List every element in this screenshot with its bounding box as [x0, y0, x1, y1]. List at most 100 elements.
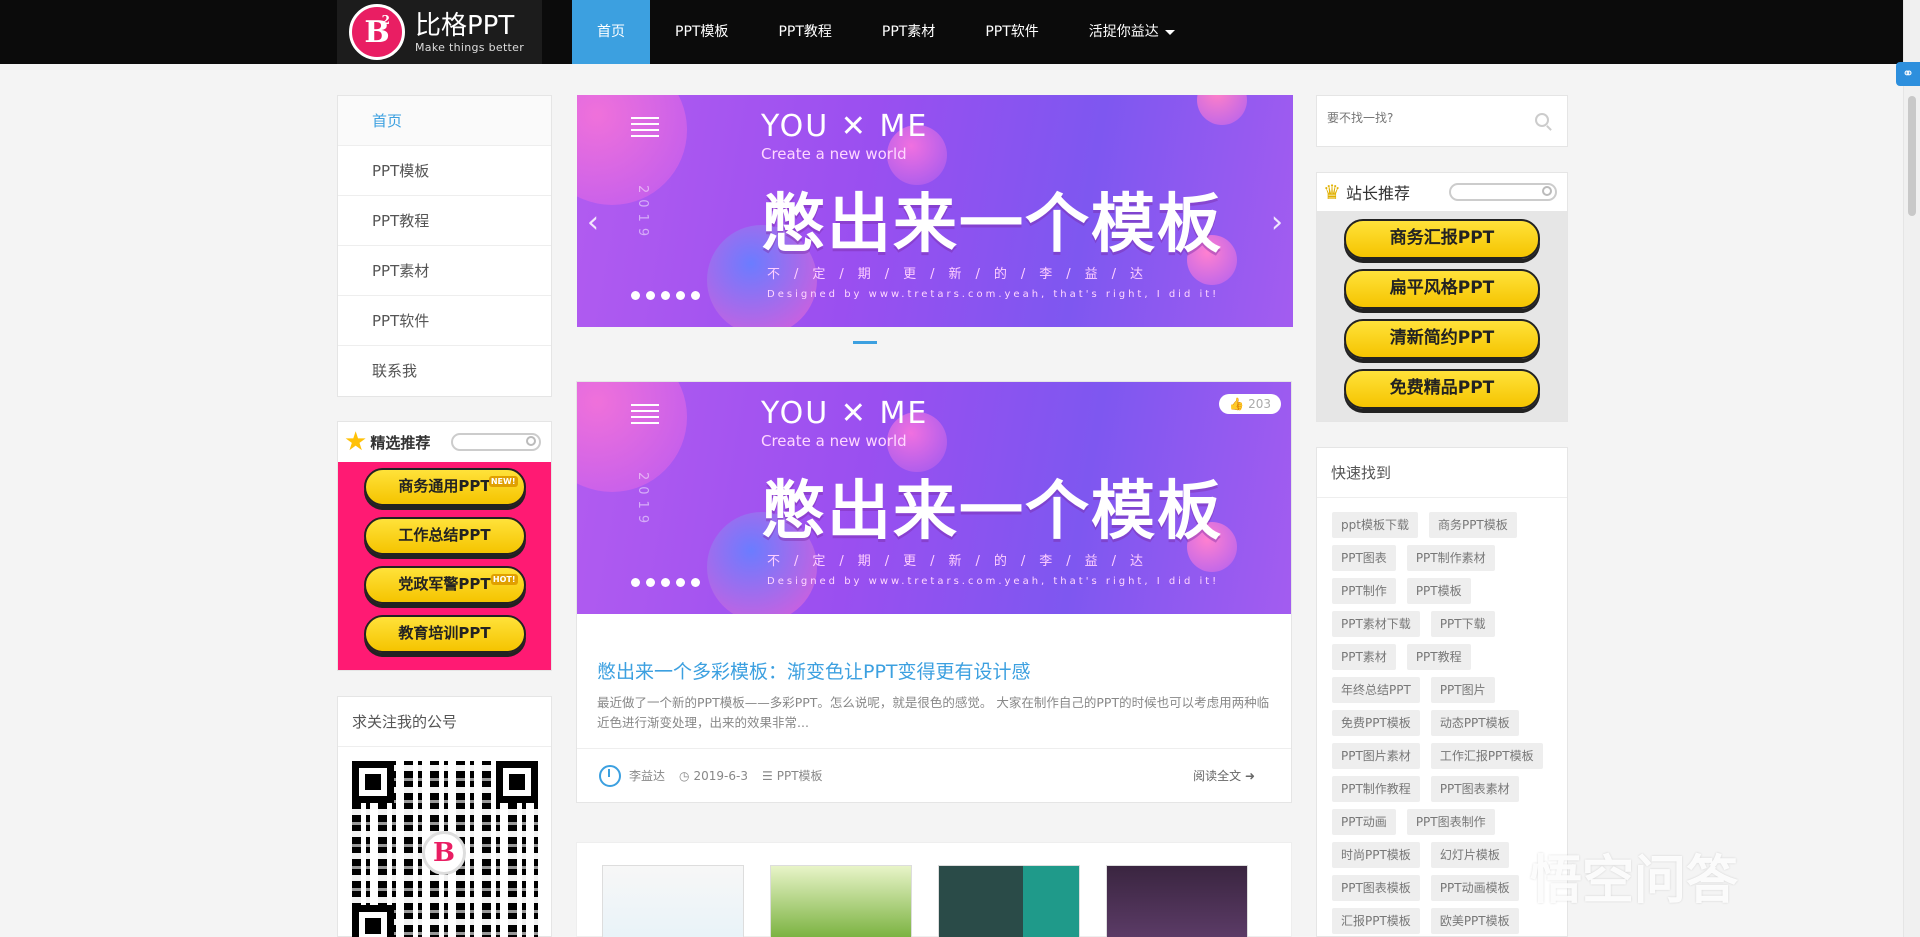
clock-icon: ◷ — [679, 768, 690, 783]
post-author[interactable]: 李益达 — [629, 767, 665, 784]
share-icon[interactable]: ⚭ — [1896, 62, 1920, 86]
sidebar-item-ppt-tutorials[interactable]: PPT教程 — [338, 196, 551, 246]
banner-sub: 不/定/期/更/新/的/李/益/达 — [767, 554, 1158, 569]
post-thumbnail[interactable]: 2019 YOU ✕ ME Create a new world 憋出来一个模板… — [577, 382, 1291, 614]
arrow-right-icon: ➜ — [1244, 769, 1255, 783]
banner-headline: 憋出来一个模板 — [761, 475, 1223, 549]
menu-icon — [631, 117, 659, 141]
nav-ppt-software[interactable]: PPT软件 — [960, 0, 1063, 64]
thumbnail-4[interactable] — [1106, 865, 1248, 937]
wechat-title: 求关注我的公号 — [338, 697, 551, 747]
nav-home[interactable]: 首页 — [572, 0, 650, 64]
tag[interactable]: 幻灯片模板 — [1430, 842, 1509, 868]
tag[interactable]: PPT教程 — [1406, 644, 1471, 670]
featured-title: 精选推荐 — [370, 433, 431, 452]
post-excerpt: 最近做了一个新的PPT模板——多彩PPT。怎么说呢，就是很色的感觉。 大家在制作… — [597, 695, 1270, 730]
sidebar-item-contact[interactable]: 联系我 — [338, 346, 551, 396]
nav-dropdown[interactable]: 活捉你益达 — [1064, 0, 1200, 64]
tag[interactable]: 时尚PPT模板 — [1332, 842, 1420, 868]
featured-button-label: 工作总结PPT — [398, 526, 491, 544]
logo-mark: B2 — [349, 4, 405, 60]
avatar[interactable] — [599, 764, 621, 787]
qr-logo: B — [422, 831, 466, 875]
category-icon: ☰ — [761, 768, 773, 783]
tag[interactable]: 欧美PPT模板 — [1430, 908, 1519, 934]
read-more-label: 阅读全文 — [1193, 769, 1242, 783]
tag[interactable]: 免费PPT模板 — [1332, 710, 1420, 736]
tag[interactable]: PPT素材 — [1332, 644, 1396, 670]
featured-button-government[interactable]: 党政军警PPT HOT! — [363, 566, 526, 604]
tag[interactable]: PPT动画 — [1332, 809, 1396, 835]
sidebar-item-ppt-templates[interactable]: PPT模板 — [338, 146, 551, 196]
carousel-indicator[interactable] — [853, 341, 877, 344]
search-widget — [1316, 95, 1568, 147]
banner-create: Create a new world — [761, 145, 907, 163]
sidebar-item-ppt-materials[interactable]: PPT素材 — [338, 246, 551, 296]
recommend-button-business[interactable]: 商务汇报PPT — [1344, 219, 1540, 259]
featured-button-business[interactable]: 商务通用PPT NEW! — [363, 468, 526, 506]
tag[interactable]: PPT图表制作 — [1406, 809, 1495, 835]
thumbnail-1[interactable] — [602, 865, 744, 937]
tag[interactable]: 商务PPT模板 — [1428, 512, 1517, 538]
tag[interactable]: PPT制作教程 — [1332, 776, 1420, 802]
sidebar-item-home[interactable]: 首页 — [338, 96, 551, 146]
tag[interactable]: ppt模板下载 — [1332, 512, 1418, 538]
sidebar-menu: 首页 PPT模板 PPT教程 PPT素材 PPT软件 联系我 — [337, 95, 552, 397]
tag[interactable]: PPT图表模板 — [1332, 875, 1420, 901]
featured-button-label: 党政军警PPT — [398, 575, 491, 593]
recommend-button-free[interactable]: 免费精品PPT — [1344, 369, 1540, 409]
post-title[interactable]: 憋出来一个多彩模板：渐变色让PPT变得更有设计感 — [597, 657, 1031, 684]
tag[interactable]: PPT图片素材 — [1332, 743, 1420, 769]
tag[interactable]: PPT制作 — [1332, 578, 1396, 604]
banner-you-me: YOU ✕ ME — [761, 109, 929, 144]
featured-button-education[interactable]: 教育培训PPT — [363, 615, 526, 653]
tag[interactable]: 年终总结PPT — [1332, 677, 1420, 703]
scrollbar-thumb[interactable] — [1908, 96, 1916, 216]
featured-button-label: 教育培训PPT — [398, 624, 491, 642]
featured-button-work-summary[interactable]: 工作总结PPT — [363, 517, 526, 555]
banner-headline: 憋出来一个模板 — [761, 188, 1223, 262]
banner-dots — [631, 291, 700, 300]
chevron-down-icon — [1164, 29, 1175, 35]
nav-ppt-materials[interactable]: PPT素材 — [857, 0, 960, 64]
tag[interactable]: PPT图表素材 — [1430, 776, 1519, 802]
post-category[interactable]: PPT模板 — [777, 767, 823, 784]
tag[interactable]: PPT图表 — [1332, 545, 1396, 571]
tag[interactable]: PPT模板 — [1406, 578, 1471, 604]
recommend-button-flat[interactable]: 扁平风格PPT — [1344, 269, 1540, 309]
logo-slogan: Make things better — [415, 40, 525, 54]
thumbnail-3[interactable] — [938, 865, 1080, 937]
thumbnail-2[interactable] — [770, 865, 912, 937]
tag[interactable]: PPT动画模板 — [1430, 875, 1519, 901]
post-date: 2019-6-3 — [693, 768, 748, 783]
carousel-banner[interactable]: 2019 YOU ✕ ME Create a new world 憋出来一个模板… — [577, 95, 1293, 327]
recommend-button-fresh[interactable]: 清新简约PPT — [1344, 319, 1540, 359]
recommend-title: 站长推荐 — [1345, 184, 1410, 203]
tag[interactable]: PPT素材下载 — [1332, 611, 1420, 637]
tag[interactable]: 动态PPT模板 — [1430, 710, 1519, 736]
chevron-right-icon[interactable]: › — [1271, 205, 1283, 240]
banner-year: 2019 — [635, 185, 650, 243]
read-more-link[interactable]: 阅读全文 ➜ — [1193, 767, 1255, 784]
banner-you-me: YOU ✕ ME — [761, 396, 929, 431]
featured-button-label: 商务通用PPT — [398, 477, 491, 495]
crown-icon: ♛ — [1323, 180, 1341, 204]
tag[interactable]: 工作汇报PPT模板 — [1430, 743, 1543, 769]
page-scrollbar[interactable] — [1903, 0, 1920, 937]
tag[interactable]: PPT制作素材 — [1406, 545, 1495, 571]
like-button[interactable]: 👍 203 — [1219, 394, 1281, 414]
featured-search-icon — [451, 433, 541, 451]
search-input[interactable] — [1327, 111, 1517, 125]
chevron-left-icon[interactable]: ‹ — [587, 205, 599, 240]
tag[interactable]: PPT下载 — [1430, 611, 1495, 637]
main-nav: 首页 PPT模板 PPT教程 PPT素材 PPT软件 活捉你益达 — [572, 0, 1200, 64]
site-logo[interactable]: B2 比格PPT Make things better — [337, 0, 542, 64]
nav-ppt-templates[interactable]: PPT模板 — [650, 0, 753, 64]
search-icon[interactable] — [1535, 113, 1549, 127]
tag[interactable]: PPT图片 — [1430, 677, 1495, 703]
top-navbar: B2 比格PPT Make things better 首页 PPT模板 PPT… — [0, 0, 1920, 64]
sidebar-item-ppt-software[interactable]: PPT软件 — [338, 296, 551, 346]
nav-ppt-tutorials[interactable]: PPT教程 — [753, 0, 856, 64]
tag[interactable]: 汇报PPT模板 — [1332, 908, 1420, 934]
banner-create: Create a new world — [761, 432, 907, 450]
